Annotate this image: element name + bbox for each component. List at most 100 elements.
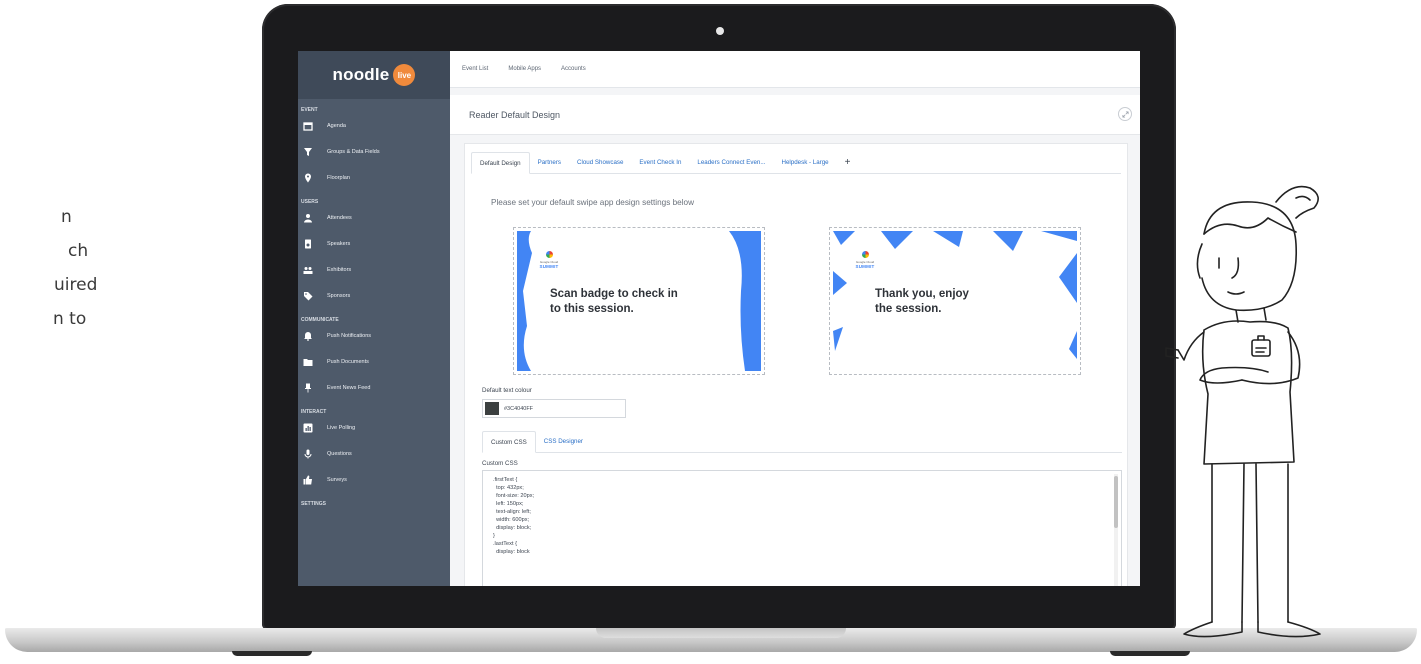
sidebar-item-live-polling[interactable]: Live Polling (298, 415, 450, 441)
logo-summit-text: SUMMIT (855, 264, 875, 269)
camera-icon (716, 27, 724, 35)
google-cloud-summit-logo: Google Cloud SUMMIT (539, 251, 559, 269)
expand-button[interactable] (1118, 107, 1132, 121)
tab-cloud-showcase[interactable]: Cloud Showcase (569, 151, 631, 173)
sidebar-item-push-documents[interactable]: Push Documents (298, 349, 450, 375)
sidebar-item-label: Exhibitors (327, 267, 352, 273)
text-colour-label: Default text colour (482, 387, 532, 394)
tab-custom-css[interactable]: Custom CSS (482, 431, 536, 453)
sidebar-item-label: Speakers (327, 241, 351, 247)
card-message: Scan badge to check in to this session. (550, 287, 678, 317)
code-line: display: block; (493, 525, 532, 531)
sidebar-item-label: Groups & Data Fields (327, 149, 380, 155)
cartoon-character (1165, 185, 1321, 638)
poll-icon (303, 423, 313, 433)
people-icon (303, 265, 313, 275)
marketing-line: n to (53, 309, 87, 329)
google-cloud-summit-logo: Google Cloud SUMMIT (855, 251, 875, 269)
sidebar-item-label: Questions (327, 451, 352, 457)
code-line: .firstText { (493, 477, 518, 483)
marketing-line: n (61, 207, 72, 227)
card-preview: Google Cloud SUMMIT Thank you, enjoy the… (833, 231, 1077, 371)
card-preview: Google Cloud SUMMIT Scan badge to check … (517, 231, 761, 371)
card-message: Thank you, enjoy the session. (875, 287, 969, 317)
app-screen: noodle live EVENT Agenda Groups & Data F… (298, 51, 1140, 586)
sidebar-item-attendees[interactable]: Attendees (298, 205, 450, 231)
design-tabs: Default Design Partners Cloud Showcase E… (471, 150, 1121, 174)
sidebar-item-agenda[interactable]: Agenda (298, 113, 450, 139)
card-message-line: the session. (875, 303, 942, 315)
sidebar-item-label: Push Notifications (327, 333, 372, 339)
card-message-line: to this session. (550, 303, 634, 315)
code-line: top: 432px; (493, 485, 524, 491)
custom-css-label: Custom CSS (482, 460, 518, 467)
code-line: } (493, 533, 495, 539)
brand-logo[interactable]: noodle live (298, 51, 450, 99)
editor-scrollbar-thumb[interactable] (1114, 476, 1118, 528)
sidebar-section-interact: INTERACT (301, 409, 327, 415)
sidebar-item-label: Attendees (327, 215, 352, 221)
design-card-checkin[interactable]: Google Cloud SUMMIT Scan badge to check … (513, 227, 765, 375)
css-tabs: Custom CSS CSS Designer (482, 429, 1122, 453)
sidebar-section-users: USERS (301, 199, 319, 205)
page-header: Reader Default Design (450, 95, 1140, 135)
sidebar-item-speakers[interactable]: Speakers (298, 231, 450, 257)
sidebar-item-floorplan[interactable]: Floorplan (298, 165, 450, 191)
sidebar-item-label: Surveys (327, 477, 347, 483)
sidebar-item-label: Event News Feed (327, 385, 371, 391)
nav-accounts[interactable]: Accounts (561, 66, 586, 72)
tab-partners[interactable]: Partners (530, 151, 569, 173)
calendar-icon (303, 121, 313, 131)
filter-icon (303, 147, 313, 157)
sidebar-item-questions[interactable]: Questions (298, 441, 450, 467)
sidebar-item-sponsors[interactable]: Sponsors (298, 283, 450, 309)
code-line: left: 150px; (493, 501, 524, 507)
text-colour-input[interactable]: #3C4040FF (482, 399, 626, 418)
sidebar-item-groups[interactable]: Groups & Data Fields (298, 139, 450, 165)
sidebar-item-push-notifications[interactable]: Push Notifications (298, 323, 450, 349)
bell-icon (303, 331, 313, 341)
sidebar-item-surveys[interactable]: Surveys (298, 467, 450, 493)
marketing-line: uired (54, 275, 98, 295)
marketing-stage: n ch uired n to noodle live EVENT Agenda… (0, 0, 1421, 664)
laptop-notch (596, 628, 846, 638)
add-tab-button[interactable]: + (837, 151, 859, 173)
tab-default-design[interactable]: Default Design (471, 152, 530, 174)
page-title: Reader Default Design (469, 110, 561, 120)
sidebar-section-event: EVENT (301, 107, 318, 113)
design-panel: Default Design Partners Cloud Showcase E… (464, 143, 1128, 586)
sidebar-section-communicate: COMMUNICATE (301, 317, 339, 323)
nav-mobile-apps[interactable]: Mobile Apps (508, 66, 541, 72)
speaker-icon (303, 239, 313, 249)
laptop-foot (232, 651, 312, 656)
sidebar-item-label: Sponsors (327, 293, 351, 299)
tab-event-check-in[interactable]: Event Check In (631, 151, 689, 173)
code-line: display: block (493, 549, 530, 555)
card-message-line: Scan badge to check in (550, 288, 678, 300)
code-line: .lastText { (493, 541, 517, 547)
sidebar-item-label: Live Polling (327, 425, 356, 431)
custom-css-editor[interactable]: .firstText { top: 432px; font-size: 20px… (482, 470, 1122, 586)
pin-icon (303, 383, 313, 393)
main-content: Event List Mobile Apps Accounts Reader D… (450, 51, 1140, 586)
nav-event-list[interactable]: Event List (462, 66, 488, 72)
sidebar-item-label: Push Documents (327, 359, 369, 365)
colour-swatch[interactable] (485, 402, 499, 415)
microphone-icon (303, 449, 313, 459)
logo-summit-text: SUMMIT (539, 264, 559, 269)
card-message-line: Thank you, enjoy (875, 288, 969, 300)
tab-helpdesk-large[interactable]: Helpdesk - Large (774, 151, 837, 173)
instructions-text: Please set your default swipe app design… (491, 198, 694, 207)
sidebar-item-exhibitors[interactable]: Exhibitors (298, 257, 450, 283)
code-line: text-align: left; (493, 509, 531, 515)
tag-icon (303, 291, 313, 301)
tab-leaders-connect[interactable]: Leaders Connect Even... (689, 151, 773, 173)
brand-live-badge: live (393, 64, 416, 86)
tab-css-designer[interactable]: CSS Designer (536, 430, 591, 452)
code-line: font-size: 20px; (493, 493, 535, 499)
sidebar-item-news-feed[interactable]: Event News Feed (298, 375, 450, 401)
sidebar-item-label: Agenda (327, 123, 346, 129)
thumbs-up-icon (303, 475, 313, 485)
design-card-thankyou[interactable]: Google Cloud SUMMIT Thank you, enjoy the… (829, 227, 1081, 375)
google-cloud-icon (861, 251, 869, 258)
